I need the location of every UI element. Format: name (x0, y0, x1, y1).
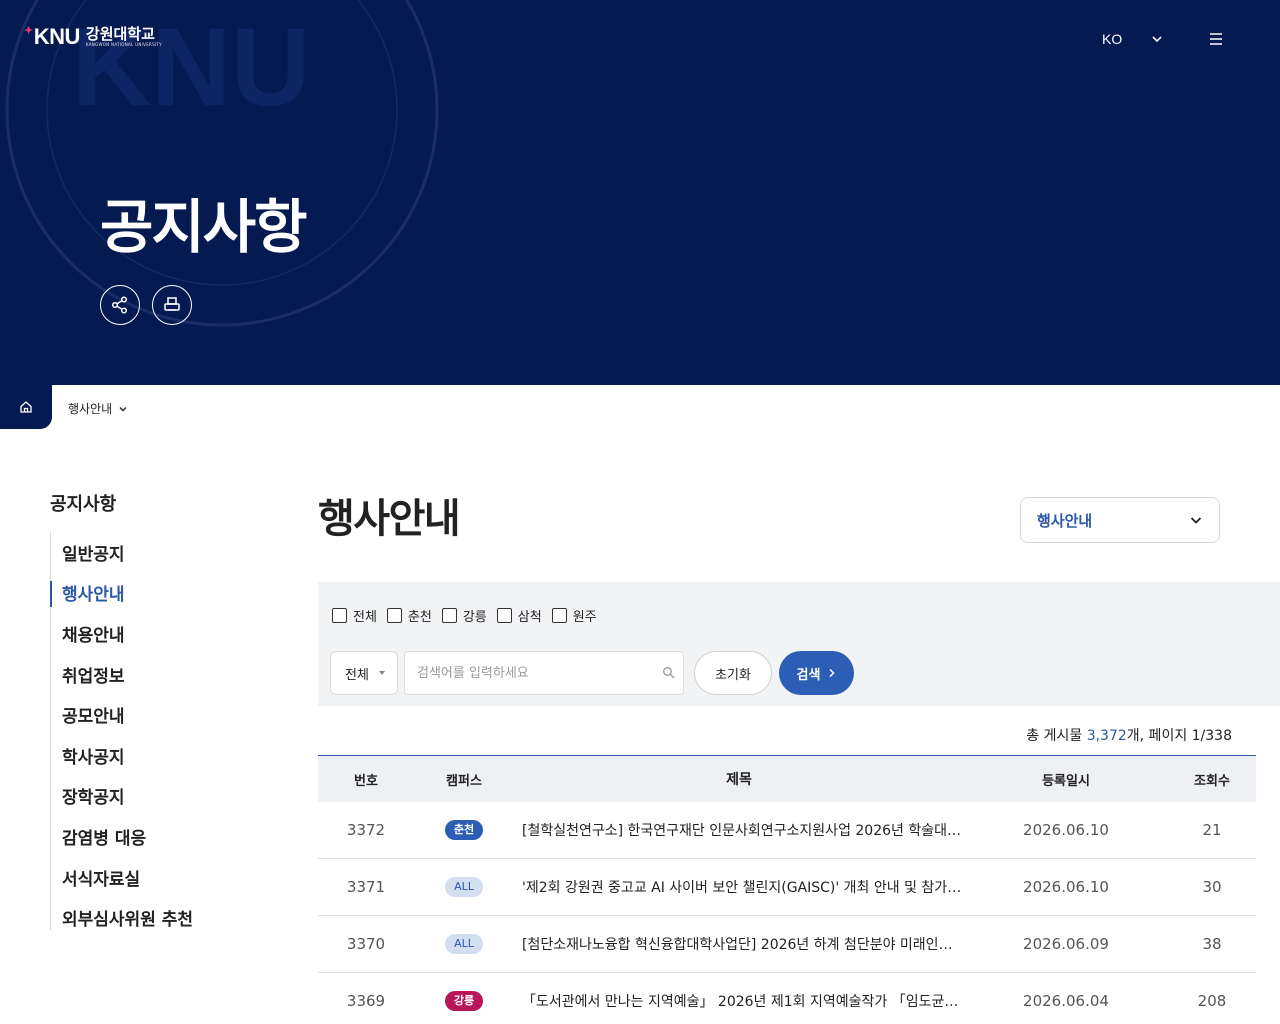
campus-check-chuncheon[interactable]: 춘천 (386, 606, 432, 625)
campus-badge: 강릉 (444, 991, 484, 1011)
print-icon (164, 297, 180, 311)
col-views: 조회수 (1194, 773, 1230, 789)
campus-check-gangneung[interactable]: 강릉 (441, 606, 487, 625)
share-button[interactable] (100, 285, 140, 325)
search-button[interactable]: 검색 (779, 651, 854, 695)
table-row[interactable]: 3371 ALL '제2회 강원권 중고교 AI 사이버 보안 챌린지(GAIS… (318, 859, 1256, 916)
row-number: 3372 (346, 821, 386, 839)
row-views: 21 (1202, 821, 1222, 839)
sidebar-item-forms[interactable]: 서식자료실 (51, 857, 270, 898)
logo-mark-text: KNU (33, 24, 81, 49)
home-icon (20, 401, 32, 413)
campus-badge: ALL (445, 934, 483, 954)
table-header: 번호 캠퍼스 제목 등록일시 조회수 (318, 755, 1256, 802)
search-input[interactable] (404, 651, 684, 695)
col-number: 번호 (354, 773, 378, 789)
row-views: 208 (1197, 992, 1227, 1010)
breadcrumb-current: 행사안내 (68, 402, 113, 416)
sidebar-item-recruitment[interactable]: 채용안내 (51, 613, 270, 654)
chevron-down-icon (1190, 517, 1202, 524)
share-icon (111, 296, 128, 314)
campus-check-wonju[interactable]: 원주 (551, 606, 597, 625)
category-select-value: 행사안내 (1037, 511, 1093, 530)
result-summary: 총 게시물 3,372개, 페이지 1/338 (1026, 728, 1232, 744)
reset-button[interactable]: 초기화 (694, 651, 772, 695)
row-title-link[interactable]: [첨단소재나노융합 혁신융합대학사업단] 2026년 하계 첨단분야 미래인재 … (514, 934, 964, 954)
row-title-link[interactable]: 「도서관에서 만나는 지역예술」 2026년 제1회 지역예술작가 「임도균」 … (514, 991, 964, 1011)
checkbox[interactable] (441, 608, 457, 623)
total-count: 3,372 (1086, 728, 1127, 744)
sidebar-item-contests[interactable]: 공모안내 (51, 694, 270, 735)
table-row[interactable]: 3369 강릉 「도서관에서 만나는 지역예술」 2026년 제1회 지역예술작… (318, 973, 1256, 1024)
sidebar-item-events[interactable]: 행사안내 (50, 573, 270, 614)
hero-banner: KNU ✦KNU 강원대학교 KANGWON NATIONAL UNIVERSI… (0, 0, 1280, 385)
sidebar-item-scholarship[interactable]: 장학공지 (51, 776, 270, 817)
menu-icon[interactable] (1206, 29, 1226, 49)
checkbox[interactable] (496, 608, 512, 623)
row-title-link[interactable]: '제2회 강원권 중고교 AI 사이버 보안 챌린지(GAISC)' 개최 안내… (514, 877, 964, 897)
row-views: 38 (1202, 935, 1222, 953)
row-views: 30 (1202, 878, 1222, 896)
sidebar-item-academic[interactable]: 학사공지 (51, 735, 270, 776)
row-date: 2026.06.09 (1023, 935, 1109, 953)
checkbox[interactable] (332, 608, 347, 623)
table-row[interactable]: 3372 춘천 [철학실천연구소] 한국연구재단 인문사회연구소지원사업 202… (318, 802, 1256, 859)
table-row[interactable]: 3370 ALL [첨단소재나노융합 혁신융합대학사업단] 2026년 하계 첨… (318, 916, 1256, 973)
col-date: 등록일시 (1042, 773, 1090, 789)
print-button[interactable] (152, 285, 192, 325)
row-title-link[interactable]: [철학실천연구소] 한국연구재단 인문사회연구소지원사업 2026년 학술대회 … (514, 820, 964, 840)
sidebar-item-jobs[interactable]: 취업정보 (51, 654, 270, 695)
sidebar-item-infection[interactable]: 감염병 대응 (51, 816, 270, 857)
logo-korean-name: 강원대학교 (85, 25, 155, 43)
breadcrumb[interactable]: 행사안내 (68, 400, 128, 417)
row-number: 3369 (346, 992, 386, 1010)
checkbox[interactable] (551, 608, 567, 623)
campus-badge: ALL (445, 877, 483, 897)
row-date: 2026.06.10 (1023, 878, 1109, 896)
row-number: 3370 (346, 935, 386, 953)
sidebar-item-general[interactable]: 일반공지 (51, 532, 270, 573)
page-title: 행사안내 (318, 496, 461, 542)
dropdown-arrow-icon (379, 671, 385, 675)
campus-check-all[interactable]: 전체 (332, 606, 377, 625)
campus-checkboxes: 전체 춘천 강릉 삼척 원주 (332, 606, 597, 625)
col-title: 제목 (726, 772, 752, 788)
row-number: 3371 (346, 878, 386, 896)
campus-badge: 춘천 (444, 820, 484, 840)
category-select[interactable]: 행사안내 (1020, 497, 1220, 543)
sidebar-item-reviewers[interactable]: 외부심사위원 추천 (51, 897, 270, 938)
campus-check-samcheok[interactable]: 삼척 (496, 606, 542, 625)
home-button[interactable] (0, 385, 52, 429)
search-filter-panel: 전체 춘천 강릉 삼척 원주 전체 초기화 검색 (318, 582, 1280, 706)
chevron-right-icon (829, 668, 836, 678)
logo-star-icon: ✦ (24, 25, 33, 37)
chevron-down-icon[interactable] (1150, 32, 1164, 46)
search-scope-select[interactable]: 전체 (330, 651, 398, 695)
sidebar-nav: 일반공지 행사안내 채용안내 취업정보 공모안내 학사공지 장학공지 감염병 대… (50, 532, 270, 930)
knu-logo[interactable]: ✦KNU 강원대학교 KANGWON NATIONAL UNIVERSITY (24, 24, 162, 50)
col-campus: 캠퍼스 (446, 773, 482, 789)
hero-title: 공지사항 (100, 193, 307, 261)
search-icon[interactable] (662, 666, 676, 680)
language-selector[interactable]: KO (1102, 31, 1122, 47)
checkbox[interactable] (386, 608, 402, 623)
row-date: 2026.06.10 (1023, 821, 1109, 839)
notice-table: 번호 캠퍼스 제목 등록일시 조회수 3372 춘천 [철학실천연구소] 한국연… (318, 755, 1256, 1024)
sidebar-title: 공지사항 (50, 494, 117, 515)
row-date: 2026.06.04 (1023, 992, 1109, 1010)
chevron-down-icon (119, 406, 127, 411)
logo-english-name: KANGWON NATIONAL UNIVERSITY (85, 42, 162, 47)
